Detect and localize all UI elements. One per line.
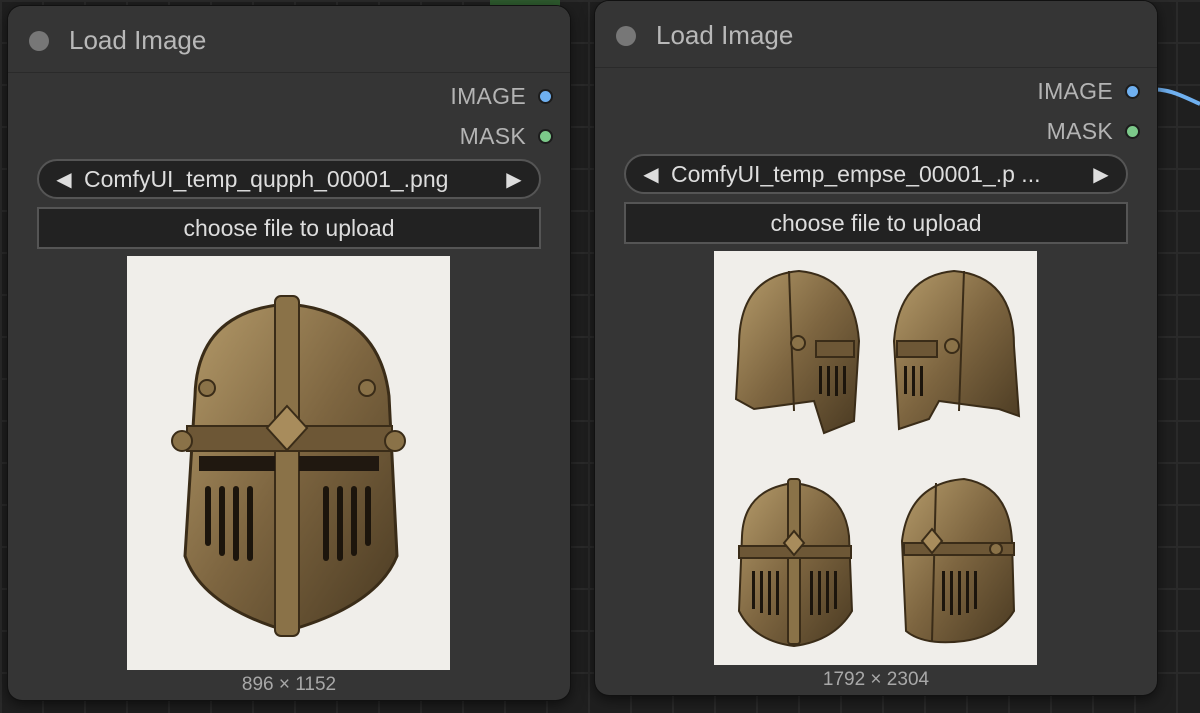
load-image-node-2[interactable]: Load Image IMAGE MASK ◀ ComfyUI_temp_emp… — [595, 1, 1157, 695]
output-mask[interactable]: MASK — [1046, 117, 1140, 144]
node-title: Load Image — [656, 20, 794, 50]
node-header[interactable]: Load Image — [595, 1, 1157, 68]
triangle-left-icon[interactable]: ◀ — [52, 167, 76, 192]
helmet-front-small — [737, 478, 854, 648]
mask-output-socket-icon[interactable] — [1125, 123, 1140, 139]
output-image[interactable]: IMAGE — [1037, 77, 1140, 104]
image-selector[interactable]: ◀ ComfyUI_temp_qupph_00001_.png ▶ — [37, 159, 541, 199]
triangle-left-icon[interactable]: ◀ — [639, 162, 663, 187]
mask-output-socket-icon[interactable] — [538, 128, 553, 144]
output-mask[interactable]: MASK — [459, 122, 553, 149]
node-status-icon[interactable] — [616, 26, 636, 46]
image-dimensions: 1792 × 2304 — [822, 669, 930, 690]
triangle-right-icon[interactable]: ▶ — [1089, 162, 1113, 187]
image-output-socket-icon[interactable] — [1125, 83, 1140, 99]
image-output-socket-icon[interactable] — [538, 88, 553, 104]
image-preview — [127, 256, 450, 670]
helmet-three-quarter — [900, 477, 1016, 644]
load-image-node-1[interactable]: Load Image IMAGE MASK ◀ ComfyUI_temp_qup… — [8, 6, 570, 700]
image-selector-value: ComfyUI_temp_empse_00001_.p ... — [671, 160, 1041, 187]
helmet-front-image — [171, 295, 406, 637]
image-preview — [714, 251, 1037, 665]
upload-button[interactable]: choose file to upload — [624, 202, 1128, 244]
image-selector-value: ComfyUI_temp_qupph_00001_.png — [84, 165, 449, 192]
node-title: Load Image — [69, 25, 207, 55]
helmet-side-left — [734, 269, 861, 435]
output-label-mask: MASK — [459, 122, 526, 149]
triangle-right-icon[interactable]: ▶ — [502, 167, 526, 192]
node-status-icon[interactable] — [29, 31, 49, 51]
node-header[interactable]: Load Image — [8, 6, 570, 73]
helmet-side-right — [892, 269, 1021, 431]
image-selector[interactable]: ◀ ComfyUI_temp_empse_00001_.p ... ▶ — [624, 154, 1128, 194]
output-label-image: IMAGE — [450, 82, 526, 109]
output-label-mask: MASK — [1046, 117, 1113, 144]
helmet-multiview-image — [734, 269, 1021, 648]
output-label-image: IMAGE — [1037, 77, 1113, 104]
output-image[interactable]: IMAGE — [450, 82, 553, 109]
image-dimensions: 896 × 1152 — [241, 674, 337, 695]
upload-button[interactable]: choose file to upload — [37, 207, 541, 249]
